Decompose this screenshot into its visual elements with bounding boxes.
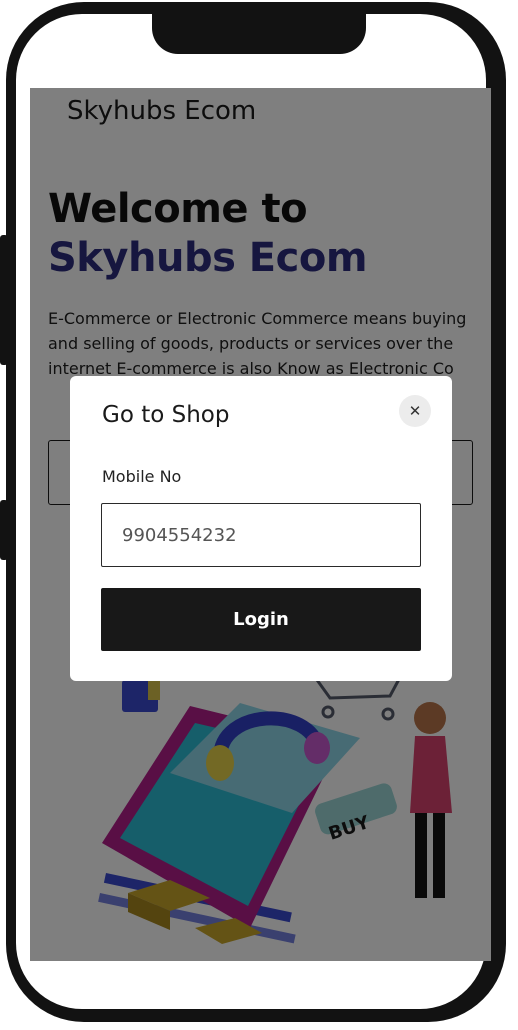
phone-notch (152, 12, 366, 54)
mobile-label: Mobile No (102, 467, 182, 486)
app-screen: Skyhubs Ecom Welcome to Skyhubs Ecom E-C… (30, 88, 491, 961)
phone-side-button (0, 500, 8, 560)
login-modal: Go to Shop ✕ Mobile No Login (70, 376, 452, 681)
close-button[interactable]: ✕ (399, 395, 431, 427)
close-icon: ✕ (408, 402, 422, 420)
mobile-input[interactable] (101, 503, 421, 567)
login-button[interactable]: Login (101, 588, 421, 651)
phone-side-button (0, 235, 8, 365)
modal-title: Go to Shop (102, 402, 230, 428)
